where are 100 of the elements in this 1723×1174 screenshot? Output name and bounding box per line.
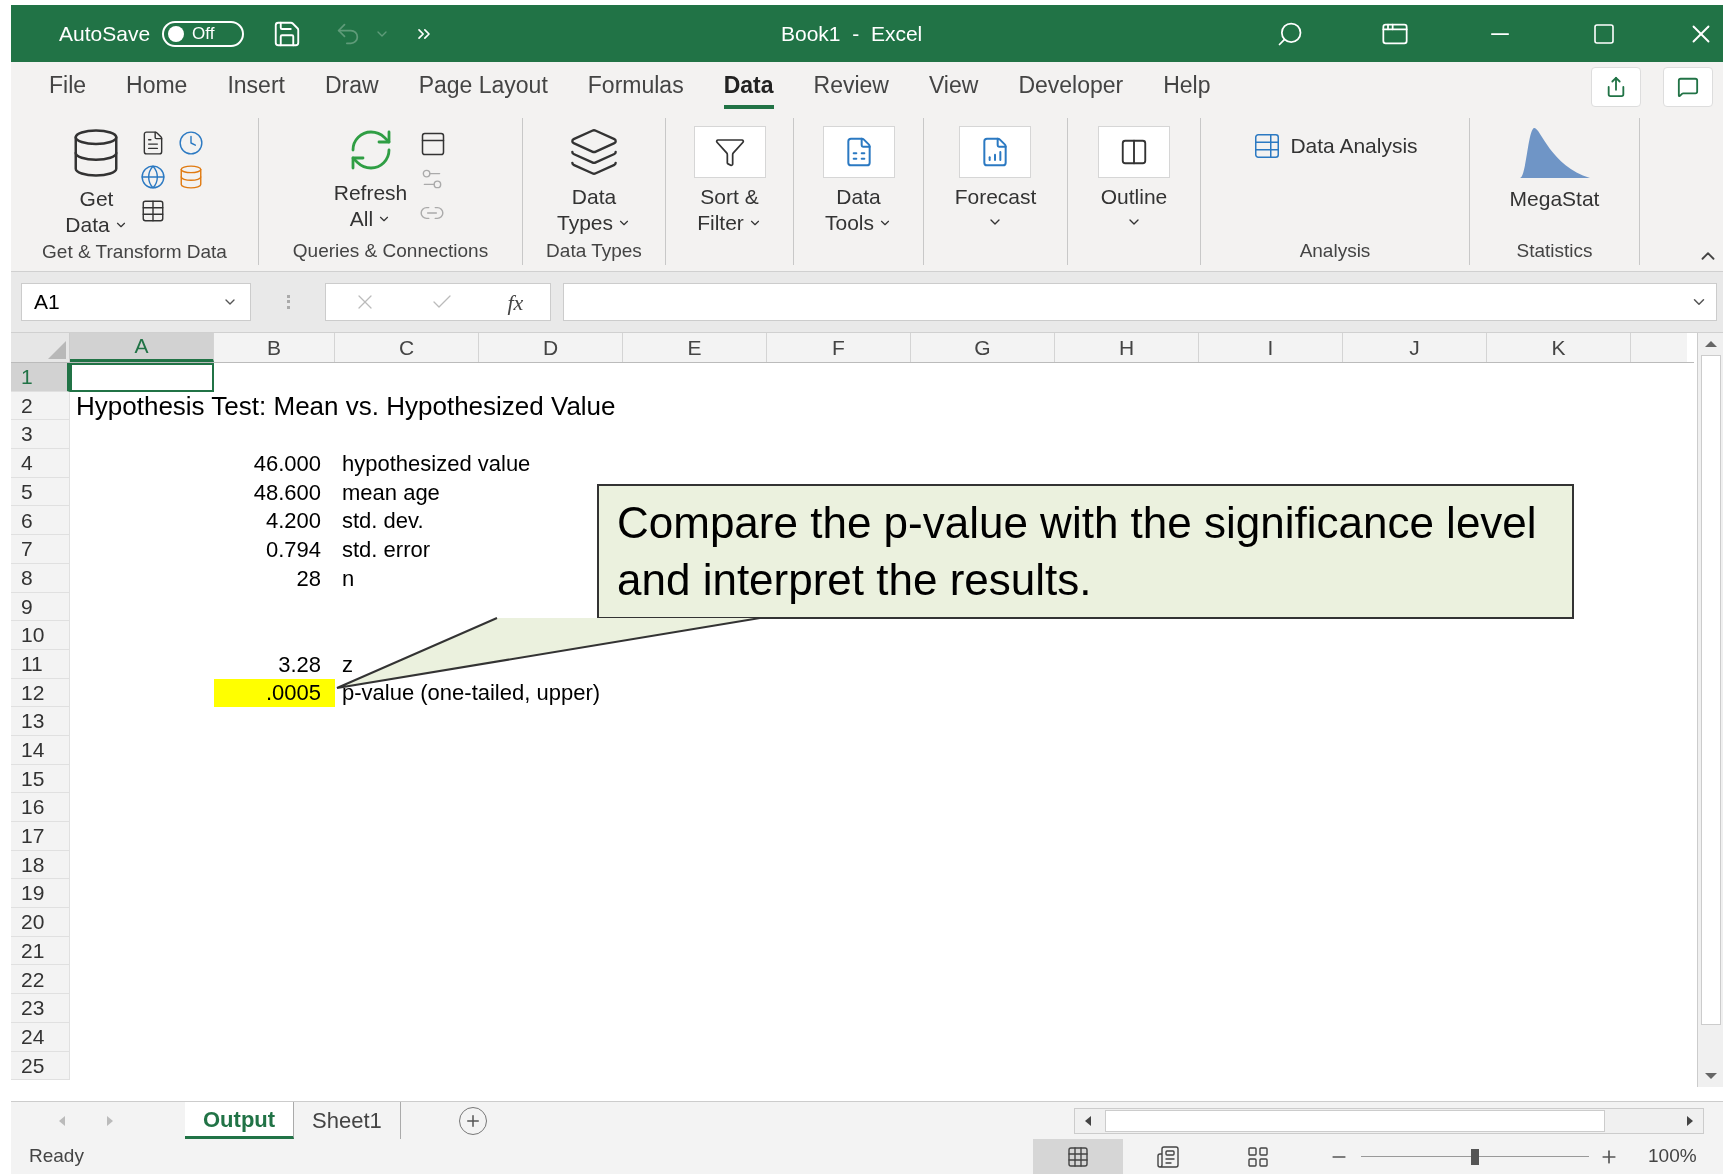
spreadsheet-cell-text: 0.794 — [264, 535, 322, 564]
column-header[interactable]: H — [1055, 333, 1199, 362]
clock-icon[interactable] — [177, 130, 204, 156]
spreadsheet-cell-text: hypothesized value — [341, 449, 532, 478]
column-header[interactable]: A — [70, 333, 214, 362]
formula-input[interactable] — [563, 283, 1717, 321]
ribbon-button[interactable]: Outline — [1098, 126, 1170, 230]
column-header[interactable]: I — [1199, 333, 1343, 362]
group-label: Queries & Connections — [292, 238, 489, 263]
spreadsheet-cell-text: std. dev. — [341, 507, 425, 536]
ribbon-tab[interactable]: Formulas — [587, 65, 684, 109]
column-header[interactable]: B — [214, 333, 335, 362]
row-header[interactable]: 23 — [11, 994, 70, 1023]
row-header[interactable]: 19 — [11, 879, 70, 909]
spreadsheet-cell-text: z — [341, 650, 354, 679]
row-header[interactable]: 5 — [11, 477, 70, 507]
ribbon-button[interactable]: Data Types — [557, 126, 631, 236]
column-header[interactable]: D — [479, 333, 623, 362]
ribbon-tab[interactable]: Help — [1163, 65, 1211, 109]
row-header[interactable]: 8 — [11, 563, 70, 593]
spreadsheet-cell-text: n — [341, 564, 356, 593]
row-header[interactable]: 10 — [11, 621, 70, 650]
spreadsheet-cell-text: p-value (one-tailed, upper) — [341, 679, 602, 708]
column-header[interactable]: C — [335, 333, 479, 362]
ribbon-button[interactable]: Data Tools — [822, 126, 895, 236]
row-header[interactable]: 22 — [11, 965, 70, 995]
active-cell[interactable] — [70, 363, 214, 392]
spreadsheet-cell-text: 28 — [295, 564, 322, 593]
row-header[interactable]: 13 — [11, 707, 70, 736]
group-label: Statistics — [1516, 238, 1593, 263]
row-header[interactable]: 11 — [11, 649, 70, 679]
ribbon-tab[interactable]: Draw — [324, 65, 379, 109]
row-header[interactable]: 25 — [11, 1051, 70, 1081]
share-icon — [1605, 76, 1627, 98]
row-header[interactable]: 20 — [11, 908, 70, 937]
ribbon-button[interactable]: Forecast — [954, 126, 1037, 230]
autosave-label: AutoSave — [59, 20, 151, 47]
outline-icon — [1098, 126, 1170, 178]
row-header[interactable]: 4 — [11, 449, 70, 478]
status-text: Ready — [29, 1144, 84, 1169]
row-header[interactable]: 21 — [11, 936, 70, 966]
row-header[interactable]: 7 — [11, 535, 70, 564]
vertical-scrollbar[interactable] — [1697, 333, 1723, 1087]
view-icon — [1246, 1144, 1270, 1169]
ribbon-tab[interactable]: View — [928, 65, 979, 109]
ribbon-tab[interactable]: Home — [126, 65, 188, 109]
filter-icon — [693, 126, 766, 178]
row-header[interactable]: 2 — [11, 391, 70, 421]
zoom-slider[interactable] — [1361, 1149, 1589, 1164]
share-button[interactable] — [1591, 67, 1641, 107]
spreadsheet-cell-text: 46.000 — [252, 449, 322, 478]
ribbon-tab[interactable]: Page Layout — [418, 65, 548, 109]
comments-button[interactable] — [1663, 67, 1713, 107]
row-header[interactable]: 17 — [11, 822, 70, 851]
row-header[interactable]: 16 — [11, 793, 70, 822]
layers-icon — [568, 126, 620, 178]
ribbon-button[interactable]: Refresh All — [333, 126, 408, 232]
spreadsheet-cell-text: 4.200 — [264, 507, 322, 536]
spreadsheet-cell-text: std. error — [341, 535, 432, 564]
row-header[interactable]: 18 — [11, 850, 70, 880]
spreadsheet-cell: .0005 — [214, 678, 335, 708]
horizontal-scrollbar[interactable] — [1074, 1107, 1704, 1134]
group-label: Get & Transform Data — [42, 239, 227, 264]
group-label: Analysis — [1299, 238, 1371, 263]
ribbon-tab[interactable]: Insert — [227, 65, 285, 109]
column-header[interactable]: F — [767, 333, 911, 362]
data-analysis-button[interactable]: Data Analysis — [1252, 126, 1418, 162]
autosave-toggle[interactable]: Off — [162, 20, 245, 47]
row-header[interactable]: 6 — [11, 506, 70, 536]
name-box[interactable]: A1 — [21, 283, 251, 321]
sheet-tab[interactable]: Output — [185, 1102, 295, 1139]
ribbon-tab[interactable]: File — [49, 65, 87, 109]
ribbon-button[interactable]: Get Data — [65, 126, 128, 238]
row-header[interactable]: 1 — [11, 363, 70, 392]
column-header[interactable]: G — [911, 333, 1055, 362]
row-header[interactable]: 15 — [11, 764, 70, 794]
forecast-icon — [959, 126, 1032, 178]
view-icon — [1066, 1144, 1090, 1169]
row-header[interactable]: 3 — [11, 420, 70, 450]
column-header[interactable]: K — [1487, 333, 1631, 362]
insert-function-button[interactable]: fx — [507, 285, 524, 319]
row-header[interactable]: 24 — [11, 1022, 70, 1052]
globe-icon[interactable] — [139, 164, 166, 190]
spreadsheet-cell-text: 3.28 — [277, 650, 322, 679]
group-label: Data Types — [546, 238, 642, 263]
zoom-level: 100% — [1648, 1144, 1697, 1169]
window-title: Book1 - Excel — [781, 20, 923, 47]
row-header[interactable]: 14 — [11, 735, 70, 765]
column-header[interactable]: J — [1343, 333, 1487, 362]
ribbon-tab[interactable]: Developer — [1018, 65, 1124, 109]
maximize-icon[interactable] — [1592, 21, 1616, 46]
ribbon-tab[interactable]: Review — [813, 65, 889, 109]
comment-icon — [1677, 76, 1699, 98]
column-header[interactable]: E — [623, 333, 767, 362]
row-header[interactable]: 9 — [11, 592, 70, 622]
row-header[interactable]: 12 — [11, 678, 70, 708]
ribbon-button[interactable]: Sort & Filter — [693, 126, 766, 236]
ribbon-button[interactable]: MegaStat — [1509, 126, 1600, 212]
zoom-thumb[interactable] — [1471, 1148, 1479, 1165]
view-button[interactable] — [1033, 1139, 1123, 1174]
